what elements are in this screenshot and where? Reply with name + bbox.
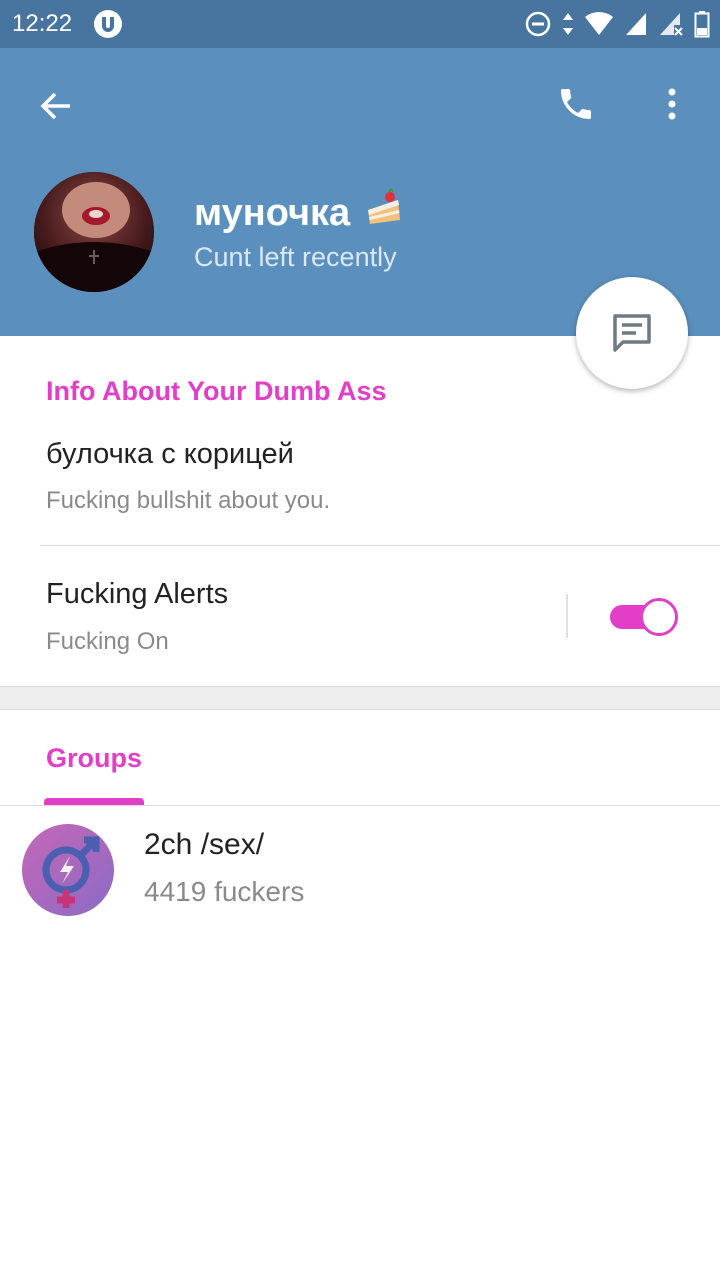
phone-icon [561,89,591,119]
profile-name-text: муночка [194,191,351,234]
section-separator [0,686,720,710]
battery-icon [694,11,710,38]
signal-icon [626,13,646,35]
info-section-title: Info About Your Dumb Ass [46,376,387,406]
message-icon [613,314,651,352]
wifi-icon [585,11,613,36]
profile-name: муночка [194,187,404,238]
utorrent-icon [92,8,124,40]
more-vert-icon [668,88,676,120]
avatar-photo [34,172,154,292]
status-bar: 12:22 [0,0,720,48]
group-members: 4419 fuckers [144,876,305,907]
group-avatar [22,824,114,916]
alerts-title: Fucking Alerts [46,578,229,610]
cake-emoji-icon [364,187,404,238]
call-button[interactable] [550,78,602,130]
profile-status: Cunt left recently [194,242,397,272]
bio-caption: Fucking bullshit about you. [46,487,331,514]
alerts-toggle[interactable] [608,596,680,638]
gender-symbol-icon [42,836,100,908]
group-name: 2ch /sex/ [144,828,265,861]
tab-groups[interactable]: Groups [46,743,142,774]
send-message-button[interactable] [576,277,688,389]
data-arrows-icon [563,13,573,35]
back-button[interactable] [30,80,82,132]
alerts-state: Fucking On [46,628,169,655]
list-item[interactable]: 2ch /sex/ 4419 fuckers [0,806,720,934]
signal-no-sim-icon [660,13,683,36]
do-not-disturb-icon [525,11,551,37]
avatar[interactable] [34,172,154,292]
more-options-button[interactable] [650,78,694,130]
alerts-row[interactable]: Fucking Alerts Fucking On [0,546,560,686]
arrow-back-icon [40,92,70,120]
tab-indicator [44,798,144,805]
status-time: 12:22 [12,10,73,37]
status-icons [524,8,710,40]
toggle-thumb [640,598,678,636]
alerts-vertical-divider [566,594,568,638]
bio-text[interactable]: булочка с корицей [46,438,294,471]
